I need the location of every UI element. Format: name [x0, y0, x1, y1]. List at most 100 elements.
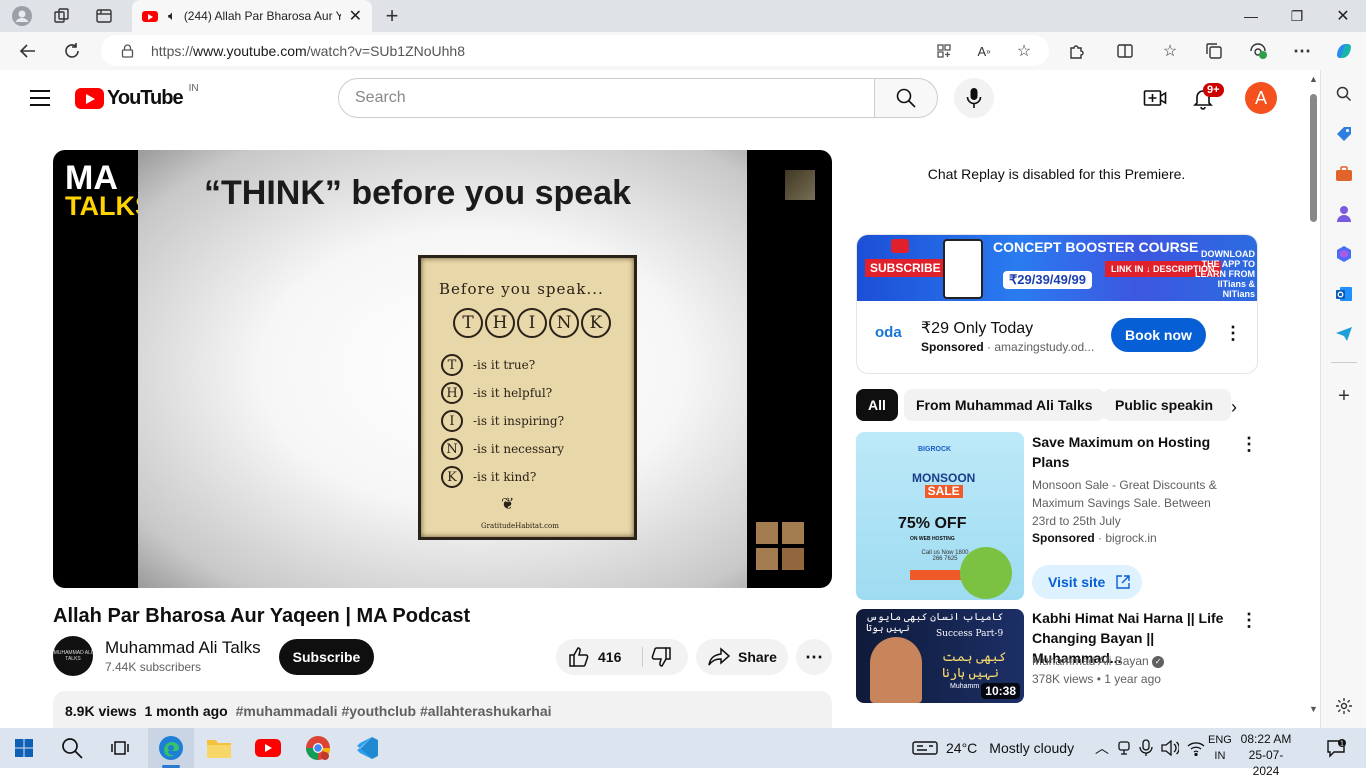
rec-channel[interactable]: Muhammad Ali Bayan ✓ — [1032, 654, 1165, 668]
refresh-icon[interactable] — [60, 39, 84, 63]
video-player[interactable]: MA TALKS “THINK” before you speak Before… — [53, 150, 832, 588]
copilot-icon[interactable] — [1332, 39, 1356, 63]
youtube-logo[interactable]: YouTube IN — [75, 83, 199, 110]
hashtags[interactable]: #muhammadali #youthclub #allahterashukar… — [236, 703, 552, 719]
url-domain: www.youtube.com — [193, 42, 307, 59]
volume-icon[interactable] — [1156, 734, 1184, 762]
thumb-discount: 75% OFF — [898, 515, 967, 532]
scrollbar-thumb[interactable] — [1310, 94, 1317, 222]
lock-icon[interactable] — [121, 43, 135, 58]
subscribe-button[interactable]: Subscribe — [279, 639, 374, 675]
video-thumbnail[interactable]: کامیاب انسان کبھی مایوس نہیں ہوتا Succes… — [856, 609, 1024, 703]
rec-sponsor-line: Sponsored · bigrock.in — [1032, 531, 1157, 545]
visit-site-button[interactable]: Visit site — [1032, 565, 1142, 599]
add-icon[interactable]: + — [1334, 385, 1354, 407]
tools-briefcase-icon[interactable] — [1334, 164, 1354, 184]
browser-essentials-icon[interactable] — [1246, 39, 1270, 63]
windows-start-icon[interactable] — [10, 734, 38, 762]
active-tab[interactable]: 🔈︎ (244) Allah Par Bharosa Aur Yaqe ✕ — [132, 0, 372, 32]
send-icon[interactable] — [1334, 324, 1354, 344]
read-aloud-icon[interactable]: A» — [972, 39, 996, 63]
weather-widget[interactable]: 24°C Mostly cloudy — [912, 739, 1074, 757]
chrome-icon[interactable] — [304, 734, 332, 762]
banner-title: CONCEPT BOOSTER COURSE — [993, 239, 1199, 255]
menu-icon[interactable] — [30, 90, 50, 106]
chip-public-speaking[interactable]: Public speakin — [1103, 389, 1231, 421]
speaker-icon[interactable]: 🔈︎ — [168, 8, 176, 24]
tab-actions-icon[interactable] — [92, 4, 116, 28]
chip-all[interactable]: All — [856, 389, 898, 421]
app-available-icon[interactable] — [932, 39, 956, 63]
outlook-icon[interactable] — [1334, 284, 1354, 304]
restore-icon[interactable]: ❐ — [1274, 0, 1320, 32]
edge-icon[interactable] — [157, 734, 185, 762]
sponsored-ad-card[interactable]: SUBSCRIBE CONCEPT BOOSTER COURSE ₹29/39/… — [856, 234, 1258, 374]
like-button[interactable]: 416 — [556, 639, 641, 675]
task-view-icon[interactable] — [106, 734, 134, 762]
workspaces-icon[interactable] — [50, 4, 74, 28]
extensions-icon[interactable] — [1065, 39, 1089, 63]
rec-more-icon[interactable]: ⋮ — [1240, 610, 1258, 631]
notification-center-icon[interactable]: 1 — [1322, 734, 1350, 762]
search-icon — [896, 88, 916, 108]
phone-graphic — [943, 239, 983, 299]
close-tab-icon[interactable]: ✕ — [349, 6, 362, 26]
file-explorer-icon[interactable] — [205, 734, 233, 762]
wifi-icon[interactable] — [1182, 734, 1210, 762]
search-icon[interactable] — [1334, 84, 1354, 104]
channel-avatar[interactable]: MUHAMMAD ALI TALKS — [53, 636, 93, 676]
create-video-icon[interactable] — [1143, 86, 1167, 110]
games-icon[interactable] — [1334, 204, 1354, 224]
dislike-button[interactable] — [648, 645, 674, 669]
collections-icon[interactable] — [1202, 39, 1226, 63]
voice-search-button[interactable] — [954, 78, 994, 118]
ad-sponsor-line: Sponsored · amazingstudy.od... — [921, 340, 1095, 354]
url-field[interactable]: https://www.youtube.com/watch?v=SUb1ZNoU… — [101, 35, 1049, 66]
ad-more-icon[interactable]: ⋮ — [1224, 323, 1242, 344]
account-avatar[interactable]: A — [1245, 82, 1277, 114]
shopping-tag-icon[interactable] — [1334, 124, 1354, 144]
ad-banner[interactable]: SUBSCRIBE CONCEPT BOOSTER COURSE ₹29/39/… — [857, 235, 1257, 301]
verified-icon: ✓ — [1152, 655, 1165, 668]
thumbs-up-icon — [891, 239, 909, 253]
minimize-icon[interactable]: — — [1228, 0, 1274, 32]
back-icon[interactable] — [16, 39, 40, 63]
channel-watermark-icon[interactable] — [785, 170, 815, 200]
settings-more-icon[interactable]: ⋯ — [1290, 39, 1314, 63]
search-icon[interactable] — [58, 734, 86, 762]
vscode-icon[interactable] — [353, 734, 381, 762]
search-input[interactable]: Search — [338, 78, 875, 118]
video-duration: 10:38 — [981, 683, 1020, 699]
split-screen-icon[interactable] — [1113, 39, 1137, 63]
url-prefix: https:// — [151, 42, 194, 59]
rec-title[interactable]: Save Maximum on Hosting Plans — [1032, 432, 1232, 472]
chevron-right-icon[interactable]: › — [1222, 395, 1246, 419]
language-indicator[interactable]: ENG IN — [1208, 732, 1232, 764]
date: 25-07-2024 — [1248, 748, 1284, 778]
more-actions-icon[interactable]: ⋯ — [796, 639, 832, 675]
favorites-icon[interactable]: ☆ — [1158, 39, 1182, 63]
think-poster: Before you speak... T H I N K T -is it tr… — [418, 255, 637, 540]
close-window-icon[interactable]: ✕ — [1320, 0, 1366, 32]
favorite-star-icon[interactable]: ☆ — [1012, 39, 1036, 63]
view-count: 8.9K views — [65, 703, 137, 719]
search-button[interactable] — [874, 78, 938, 118]
share-button[interactable]: Share — [696, 639, 788, 675]
description-box[interactable]: 8.9K views 1 month ago #muhammadali #you… — [53, 691, 832, 728]
think-letter: I — [517, 308, 547, 338]
thumb-web: ON WEB HOSTING — [910, 536, 955, 542]
gear-icon[interactable] — [1334, 696, 1354, 716]
new-tab-icon[interactable]: + — [380, 3, 404, 28]
microsoft365-icon[interactable] — [1334, 244, 1354, 264]
youtube-app-icon[interactable] — [254, 734, 282, 762]
book-now-button[interactable]: Book now — [1111, 318, 1206, 352]
profile-icon[interactable] — [10, 4, 34, 28]
clock[interactable]: 08:22 AM 25-07-2024 — [1236, 731, 1296, 779]
channel-name[interactable]: Muhammad Ali Talks — [105, 638, 261, 658]
hosting-ad-thumbnail[interactable]: BIGROCK MONSOON SALE 75% OFF ON WEB HOSTI… — [856, 432, 1024, 600]
think-letters: T H I N K — [453, 308, 611, 338]
chip-from-channel[interactable]: From Muhammad Ali Talks — [904, 389, 1105, 421]
url-path: /watch?v=SUb1ZNoUhh8 — [306, 42, 466, 59]
rec-more-icon[interactable]: ⋮ — [1240, 434, 1258, 455]
page-scrollbar[interactable]: ▲ ▼ — [1306, 70, 1320, 728]
